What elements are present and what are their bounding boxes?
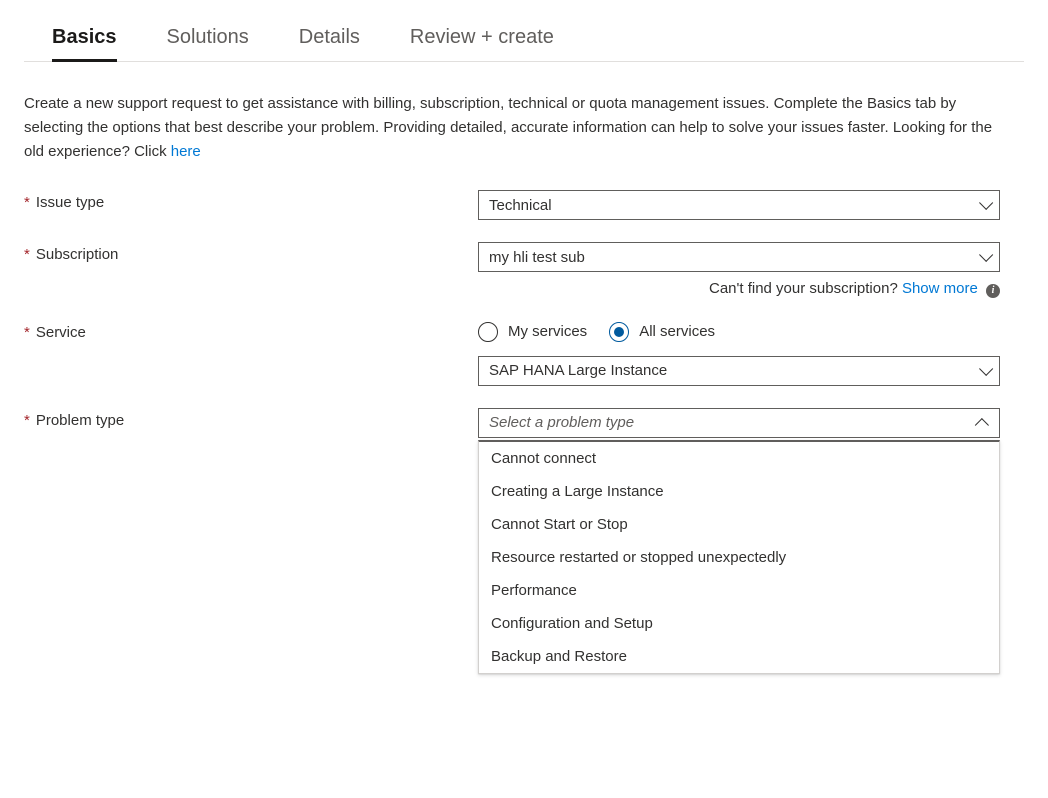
problem-type-options-panel: Cannot connect Creating a Large Instance… <box>478 440 1000 674</box>
option-backup-restore[interactable]: Backup and Restore <box>479 640 999 673</box>
tab-basics[interactable]: Basics <box>52 18 117 61</box>
tab-review[interactable]: Review + create <box>410 18 554 61</box>
label-problem-type: *Problem type <box>24 408 478 429</box>
chevron-down-icon <box>979 248 993 262</box>
radio-icon <box>478 322 498 342</box>
chevron-up-icon <box>975 418 989 432</box>
option-performance[interactable]: Performance <box>479 574 999 607</box>
subscription-help: Can't find your subscription? Show more … <box>478 280 1000 298</box>
option-cannot-connect[interactable]: Cannot connect <box>479 442 999 475</box>
label-issue-type: *Issue type <box>24 190 478 211</box>
radio-my-services[interactable]: My services <box>478 322 587 342</box>
problem-type-select[interactable]: Select a problem type <box>478 408 1000 438</box>
option-configuration-setup[interactable]: Configuration and Setup <box>479 607 999 640</box>
tabs-bar: Basics Solutions Details Review + create <box>24 18 1024 62</box>
tab-solutions[interactable]: Solutions <box>167 18 249 61</box>
option-resource-restarted[interactable]: Resource restarted or stopped unexpected… <box>479 541 999 574</box>
issue-type-select[interactable]: Technical <box>478 190 1000 220</box>
option-creating-large-instance[interactable]: Creating a Large Instance <box>479 475 999 508</box>
label-subscription: *Subscription <box>24 242 478 263</box>
intro-text: Create a new support request to get assi… <box>24 92 1004 164</box>
row-service: *Service My services All services SAP HA… <box>24 320 1024 386</box>
service-radio-group: My services All services <box>478 322 1000 342</box>
old-experience-link[interactable]: here <box>171 143 201 160</box>
show-more-link[interactable]: Show more <box>902 280 978 297</box>
radio-icon <box>609 322 629 342</box>
info-icon[interactable]: i <box>986 284 1000 298</box>
tab-details[interactable]: Details <box>299 18 360 61</box>
row-problem-type: *Problem type Select a problem type Cann… <box>24 408 1024 438</box>
problem-type-dropdown: Select a problem type Cannot connect Cre… <box>478 408 1000 438</box>
chevron-down-icon <box>979 196 993 210</box>
radio-all-services[interactable]: All services <box>609 322 715 342</box>
subscription-select[interactable]: my hli test sub <box>478 242 1000 272</box>
row-issue-type: *Issue type Technical <box>24 190 1024 220</box>
option-cannot-start-stop[interactable]: Cannot Start or Stop <box>479 508 999 541</box>
label-service: *Service <box>24 320 478 341</box>
chevron-down-icon <box>979 361 993 375</box>
row-subscription: *Subscription my hli test sub Can't find… <box>24 242 1024 298</box>
service-select[interactable]: SAP HANA Large Instance <box>478 356 1000 386</box>
